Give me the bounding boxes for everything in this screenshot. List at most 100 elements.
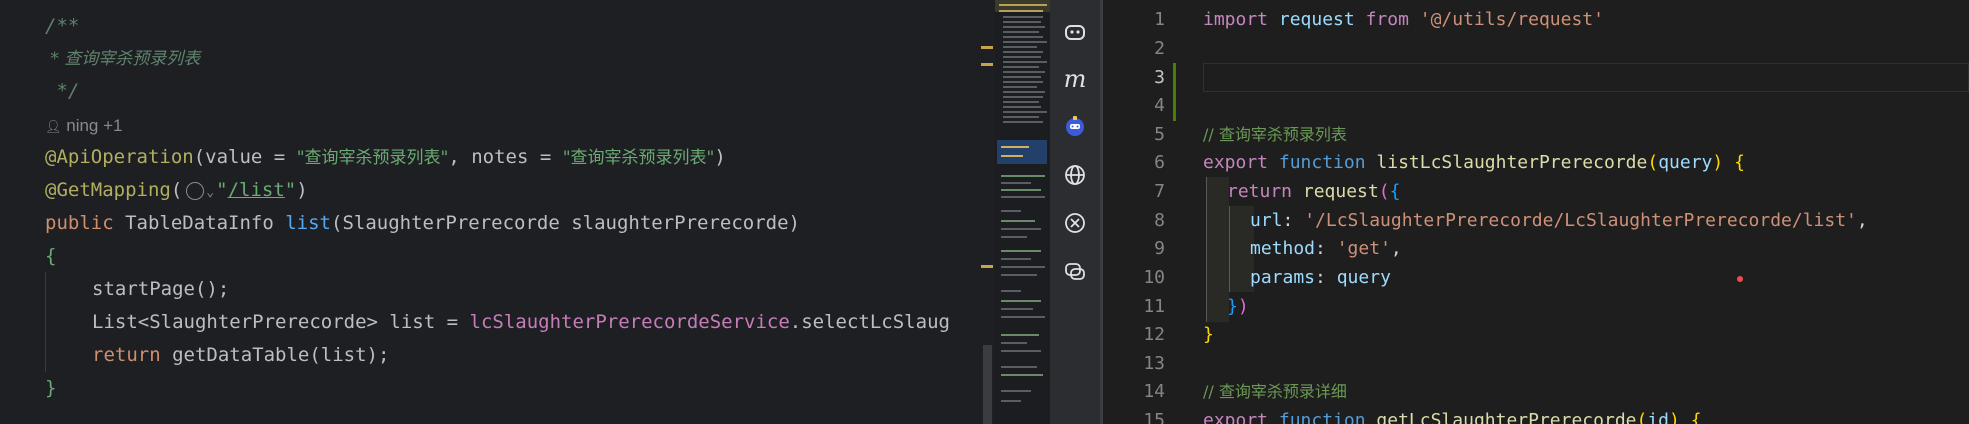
return-keyword: return: [1227, 181, 1303, 202]
params-line: params: query: [1250, 267, 1391, 288]
method-key: method: [1250, 238, 1316, 259]
list-comment: // 查询宰杀预录列表: [1203, 125, 1347, 144]
author-hint[interactable]: 👤︎ ning +1: [45, 114, 123, 138]
return-line: return request({: [1227, 181, 1401, 202]
import-name: request: [1278, 9, 1366, 30]
line-number: 15: [1143, 410, 1165, 424]
detail-comment: // 查询宰杀预录详细: [1203, 382, 1347, 401]
method-name: list: [285, 212, 331, 234]
api-notes-string: "查询宰杀预录列表": [562, 148, 715, 168]
line-number: 1: [1154, 9, 1165, 30]
request-call: request: [1302, 181, 1379, 202]
method-line: method: 'get',: [1250, 238, 1402, 259]
scroll-marker[interactable]: [981, 265, 993, 268]
line-number: 8: [1154, 210, 1165, 231]
service-field: lcSlaughterPrerecordeService: [469, 311, 790, 333]
doc-comment-close: */: [45, 80, 80, 102]
minimap-highlight: [997, 140, 1047, 164]
globe-icon[interactable]: [1063, 163, 1087, 187]
api-operation-line: @ApiOperation(value = "查询宰杀预录列表", notes …: [45, 146, 726, 168]
api-value-string: "查询宰杀预录列表": [296, 148, 449, 168]
minimap[interactable]: [995, 0, 1050, 424]
current-line-highlight: [1203, 63, 1969, 92]
line-number: 5: [1154, 124, 1165, 145]
indent-guide: [45, 272, 46, 372]
url-key: url: [1250, 210, 1283, 231]
return-stmt: return getDataTable(list);: [92, 341, 389, 369]
close-brace: }: [45, 377, 57, 399]
comment-line: // 查询宰杀预录详细: [1203, 377, 1347, 406]
chevron-down-icon[interactable]: ⌄: [206, 185, 214, 200]
public-keyword: public: [45, 212, 126, 234]
doc-comment-text: * 查询宰杀预录列表: [45, 44, 200, 72]
copilot-icon[interactable]: [1063, 20, 1087, 44]
method-signature-line: public TableDataInfo list(SlaughterPrere…: [45, 209, 800, 237]
line-number: 11: [1143, 296, 1165, 317]
import-keyword: import: [1203, 9, 1279, 30]
close-function-line: }: [1203, 324, 1214, 345]
chat-icon[interactable]: [1063, 259, 1087, 283]
service-call: .selectLcSlaug: [789, 311, 950, 333]
close-object-line: }): [1227, 296, 1249, 317]
vertical-scrollbar-thumb[interactable]: [983, 345, 992, 424]
url-value: '/LcSlaughterPrerecorde/LcSlaughterPrere…: [1304, 210, 1857, 231]
api-value-key: value =: [205, 146, 297, 168]
method-value: 'get': [1336, 238, 1391, 259]
function-keyword: function: [1278, 152, 1377, 173]
from-keyword: from: [1365, 9, 1420, 30]
export-keyword: export: [1203, 152, 1279, 173]
web-endpoint-icon[interactable]: [186, 181, 205, 200]
line-number: 3: [1154, 67, 1165, 88]
params-key: params: [1250, 267, 1316, 288]
line-number: 6: [1154, 152, 1165, 173]
open-brace: {: [45, 245, 57, 267]
line-number: 13: [1143, 353, 1165, 374]
line-number: 12: [1143, 324, 1165, 345]
doc-comment-open: /**: [45, 15, 80, 37]
function-name: listLcSlaughterPrerecorde: [1376, 152, 1648, 173]
scroll-marker[interactable]: [981, 46, 993, 49]
bot-icon[interactable]: [1063, 114, 1087, 138]
return-call: getDataTable(list);: [172, 344, 390, 366]
line-number: 14: [1143, 381, 1165, 402]
doc-comment-line: * 查询宰杀预录列表: [45, 49, 201, 69]
start-page-stmt: startPage();: [92, 278, 230, 300]
author-hint-text: ning +1: [66, 116, 123, 135]
right-code-editor[interactable]: 1 2 3 4 5 6 7 8 9 10 11 12 13 14 15 impo…: [1103, 0, 1969, 424]
indent-guide-highlight: [1206, 177, 1229, 322]
error-marker[interactable]: [1737, 276, 1743, 282]
line-number: 7: [1154, 181, 1165, 202]
git-added-marker[interactable]: [1173, 63, 1176, 121]
person-icon: 👤︎: [45, 119, 62, 134]
api-notes-key: , notes =: [448, 146, 563, 168]
function-param: query: [1658, 152, 1713, 173]
get-mapping-path[interactable]: /list: [228, 179, 285, 201]
import-path: '@/utils/request': [1419, 9, 1604, 30]
scroll-marker[interactable]: [981, 63, 993, 66]
function-name: getLcSlaughterPrerecorde: [1376, 410, 1637, 424]
method-params: (SlaughterPrerecorde slaughterPrerecorde…: [331, 212, 800, 234]
quote-close: ": [284, 179, 297, 201]
translate-icon[interactable]: [1063, 211, 1087, 235]
function-param: id: [1647, 410, 1670, 424]
line-number: 2: [1154, 38, 1165, 59]
tool-strip: m: [1050, 0, 1100, 424]
return-keyword: return: [92, 344, 173, 366]
left-code-editor[interactable]: /** * 查询宰杀预录列表 */ 👤︎ ning +1 @ApiOperati…: [0, 0, 995, 424]
import-line: import request from '@/utils/request': [1203, 5, 1604, 34]
export-keyword: export: [1203, 410, 1279, 424]
line-number: 9: [1154, 238, 1165, 259]
get-mapping-annotation: @GetMapping: [45, 179, 171, 201]
list-decl: List<SlaughterPrerecorde> list =: [92, 311, 470, 333]
url-line: url: '/LcSlaughterPrerecorde/LcSlaughter…: [1250, 210, 1868, 231]
params-value: query: [1336, 267, 1391, 288]
quote-open: ": [216, 179, 228, 201]
function-keyword: function: [1278, 410, 1377, 424]
function-decl-line: export function listLcSlaughterPrerecord…: [1203, 152, 1745, 173]
line-number: 10: [1143, 267, 1165, 288]
m-icon[interactable]: m: [1063, 67, 1087, 91]
function-decl-line: export function getLcSlaughterPrerecorde…: [1203, 406, 1702, 424]
list-stmt: List<SlaughterPrerecorde> list = lcSlaug…: [92, 308, 950, 336]
api-operation-annotation: @ApiOperation: [45, 146, 194, 168]
return-type: TableDataInfo: [125, 212, 286, 234]
